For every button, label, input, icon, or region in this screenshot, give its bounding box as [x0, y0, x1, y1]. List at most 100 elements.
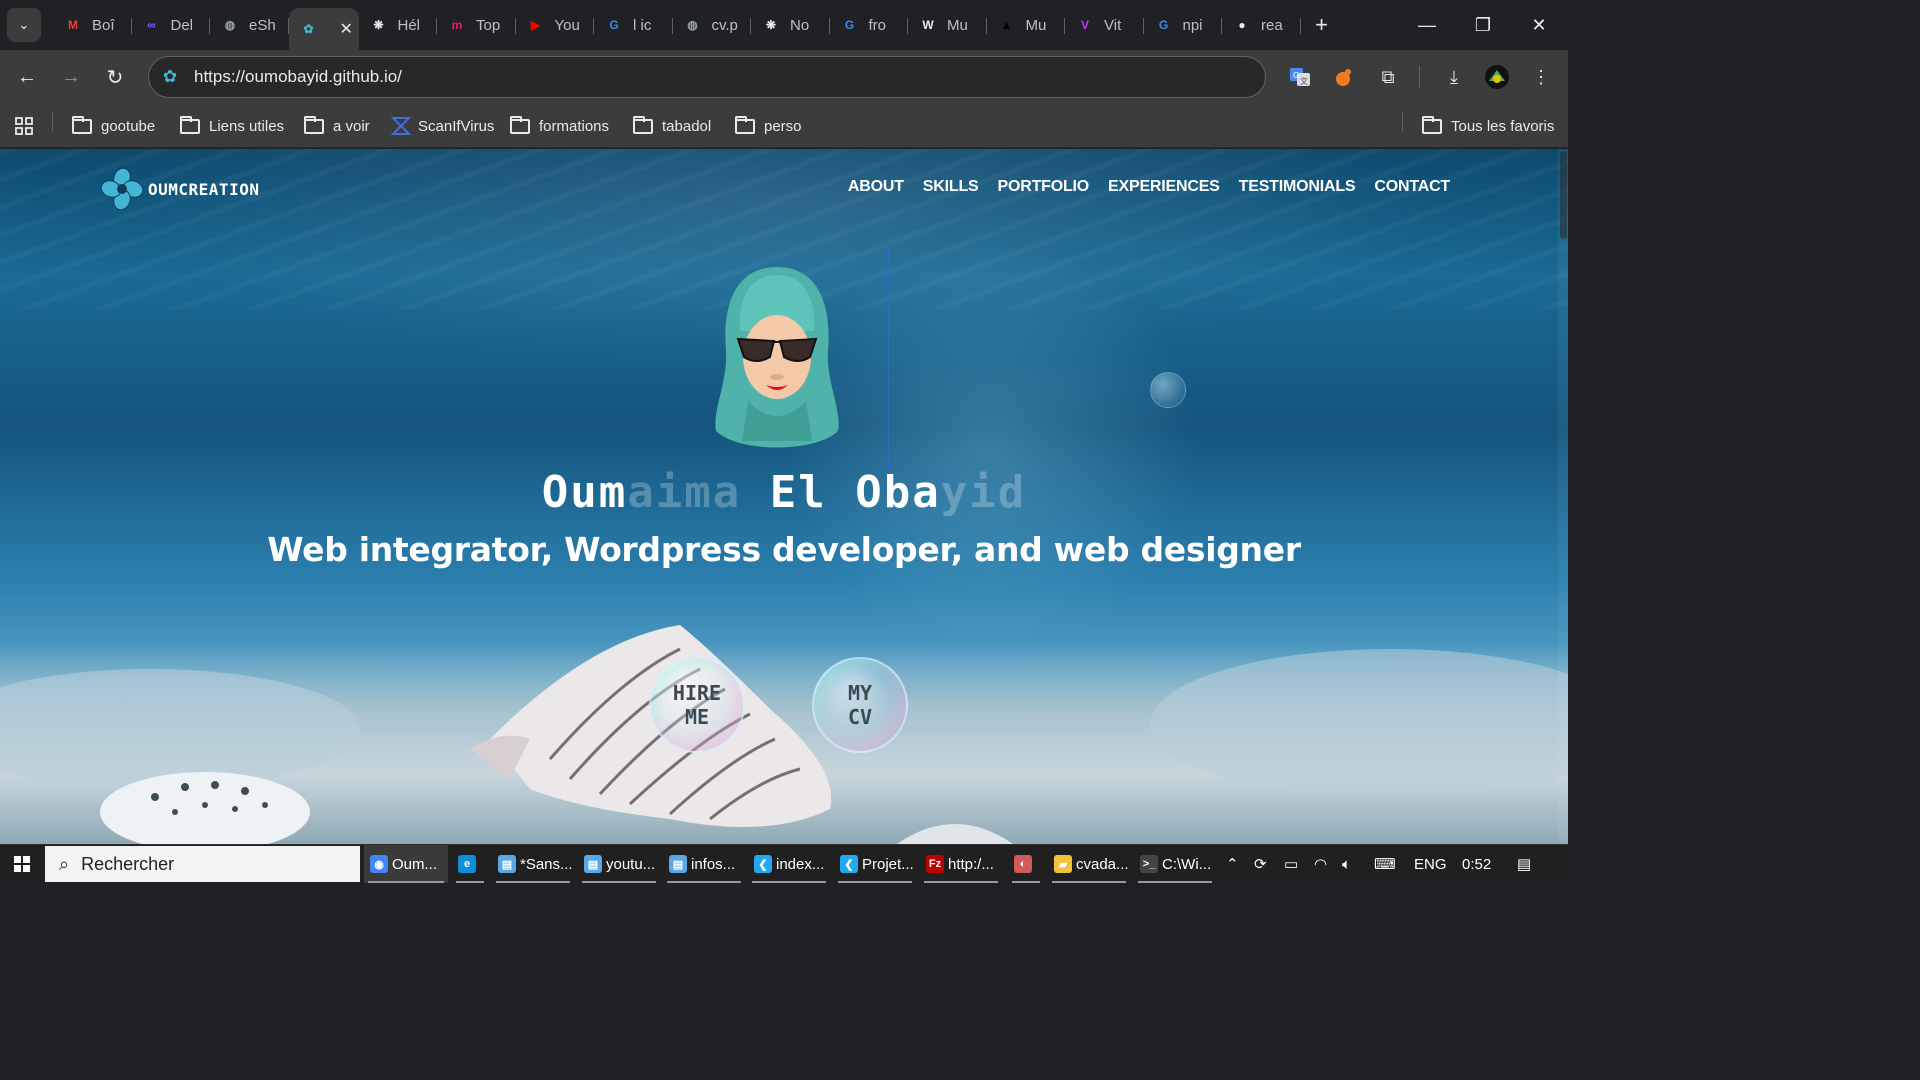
browser-tab[interactable]: ▶ You: [516, 5, 595, 45]
bookmark-folder[interactable]: tabadol: [633, 112, 711, 140]
triangle-icon: ▲: [1000, 18, 1013, 32]
taskbar-app-label: Oum...: [392, 855, 438, 873]
my-cv-button[interactable]: MY CV: [812, 657, 908, 753]
openai-icon: ❋: [765, 18, 777, 32]
language-label: ENG: [1414, 855, 1447, 873]
chrome-menu-button[interactable]: ⋮: [1527, 63, 1555, 91]
all-bookmarks-button[interactable]: Tous les favoris: [1422, 112, 1554, 140]
bookmark-label: perso: [764, 117, 802, 135]
browser-tab[interactable]: W Mu: [908, 5, 987, 45]
extensions-button[interactable]: ⧉: [1374, 63, 1402, 91]
clock[interactable]: 0:52: [1462, 845, 1491, 883]
bookmark-link[interactable]: ScanIfVirus: [391, 112, 494, 140]
tray-battery-icon[interactable]: ▭: [1284, 845, 1298, 883]
hire-me-button[interactable]: HIRE ME: [649, 657, 745, 753]
profile-button[interactable]: [1483, 63, 1511, 91]
forward-button[interactable]: →: [55, 61, 87, 93]
close-tab-icon[interactable]: ✕: [340, 19, 353, 39]
browser-tab[interactable]: ✿ ✕: [288, 8, 359, 50]
taskbar-app[interactable]: ◐: [1008, 845, 1044, 883]
show-hidden-icons-button[interactable]: ⌃: [1226, 845, 1239, 883]
hire-me-line1: HIRE: [672, 681, 722, 705]
browser-tab[interactable]: V Vit: [1065, 5, 1144, 45]
nav-link-skills[interactable]: SKILLS: [923, 178, 979, 196]
taskbar-app[interactable]: ▤ infos...: [663, 845, 745, 883]
site-info-icon[interactable]: ✿: [159, 66, 181, 88]
browser-tab[interactable]: ◍ cv.p: [673, 5, 752, 45]
taskbar-app[interactable]: e: [452, 845, 488, 883]
hero-name-part: aima: [627, 467, 742, 518]
new-tab-button[interactable]: +: [1307, 10, 1337, 40]
minimize-button[interactable]: —: [1399, 0, 1455, 50]
browser-tab[interactable]: ▲ Mu: [987, 5, 1066, 45]
cowrie-shell-image: [100, 772, 310, 844]
my-cv-line2: CV: [847, 705, 873, 729]
notification-center-button[interactable]: ▤: [1517, 845, 1531, 883]
nav-link-contact[interactable]: CONTACT: [1374, 178, 1450, 196]
taskbar-app[interactable]: ▤ *Sans...: [492, 845, 574, 883]
browser-tab[interactable]: Gnpi: [1144, 5, 1223, 45]
running-indicator: [582, 881, 656, 883]
taskbar-app[interactable]: ▤ youtu...: [578, 845, 660, 883]
restore-icon: ❐: [1474, 14, 1492, 35]
nav-link-portfolio[interactable]: PORTFOLIO: [998, 178, 1090, 196]
ublock-extension[interactable]: [1330, 63, 1358, 91]
taskbar-app[interactable]: >_ C:\Wi...: [1134, 845, 1216, 883]
browser-tab[interactable]: M Boî: [53, 5, 132, 45]
openai-icon: ❋: [373, 18, 384, 32]
browser-tab[interactable]: Gl ic: [594, 5, 673, 45]
taskbar-app[interactable]: ▰ cvada...: [1048, 845, 1130, 883]
language-indicator[interactable]: ENG: [1414, 845, 1447, 883]
scrollbar-thumb[interactable]: [1560, 151, 1567, 239]
tray-keyboard-icon[interactable]: ⌨: [1374, 845, 1396, 883]
clock-time: 0:52: [1462, 855, 1492, 873]
browser-tab[interactable]: ∞ Del: [132, 5, 211, 45]
browser-tab[interactable]: ❋ No: [751, 5, 830, 45]
site-navigation: ABOUT SKILLS PORTFOLIO EXPERIENCES TESTIMONI…: [848, 178, 1450, 196]
browser-tab[interactable]: ● rea: [1222, 5, 1301, 45]
bookmark-folder[interactable]: formations: [510, 112, 609, 140]
close-window-button[interactable]: ✕: [1511, 0, 1567, 50]
address-bar[interactable]: ✿ https://oumobayid.github.io/: [148, 56, 1266, 98]
puzzle-icon: ⧉: [1381, 66, 1395, 87]
nav-link-about[interactable]: ABOUT: [848, 178, 904, 196]
tab-search-button[interactable]: ⌄: [7, 8, 41, 42]
bookmark-folder[interactable]: gootube: [72, 112, 155, 140]
start-button[interactable]: [0, 845, 44, 883]
browser-tab[interactable]: m Top: [437, 5, 516, 45]
google-translate-extension[interactable]: G文: [1286, 63, 1314, 91]
browser-tab[interactable]: ❋ Hél: [359, 5, 438, 45]
downloads-button[interactable]: ⤓: [1440, 63, 1468, 91]
m-logo-icon: m: [451, 18, 463, 32]
browser-tab[interactable]: ◍ eSh: [210, 5, 289, 45]
site-logo[interactable]: OUMCREATION: [100, 167, 259, 211]
browser-tab[interactable]: Gfro: [830, 5, 909, 45]
nav-link-experiences[interactable]: EXPERIENCES: [1108, 178, 1220, 196]
hero-subtitle: Web integrator, Wordpress developer, and…: [267, 530, 1301, 569]
tray-wifi-icon[interactable]: ◠: [1314, 845, 1327, 883]
taskbar-app[interactable]: ❮ index...: [748, 845, 830, 883]
bookmark-folder[interactable]: Liens utiles: [180, 112, 284, 140]
bookmark-folder[interactable]: a voir: [304, 112, 370, 140]
taskbar-app[interactable]: Fz http:/...: [920, 845, 1002, 883]
tab-title: fro: [868, 16, 887, 34]
nav-link-testimonials[interactable]: TESTIMONIALS: [1239, 178, 1356, 196]
tray-volume-icon[interactable]: 🔈︎: [1342, 845, 1351, 883]
bookmark-folder[interactable]: perso: [735, 112, 802, 140]
taskbar-app-label: Projet...: [862, 855, 914, 873]
restore-button[interactable]: ❐: [1455, 0, 1511, 50]
avatar-illustration: [715, 267, 839, 448]
tray-update-icon[interactable]: ⟳: [1254, 845, 1267, 883]
apps-shortcut-button[interactable]: [14, 112, 34, 140]
page-scrollbar[interactable]: [1558, 149, 1568, 844]
folder-icon: [72, 115, 92, 134]
sync-icon: ⟳: [1254, 856, 1267, 873]
url-text[interactable]: https://oumobayid.github.io/: [194, 67, 402, 87]
running-indicator: [1052, 881, 1126, 883]
reload-button[interactable]: ↻: [99, 61, 131, 93]
bookmarks-separator: [52, 112, 53, 132]
taskbar-app[interactable]: ◉ Oum...: [364, 845, 448, 883]
taskbar-app[interactable]: ❮ Projet...: [834, 845, 916, 883]
back-button[interactable]: ←: [11, 61, 43, 93]
taskbar-search[interactable]: ⌕ Rechercher: [45, 846, 360, 882]
